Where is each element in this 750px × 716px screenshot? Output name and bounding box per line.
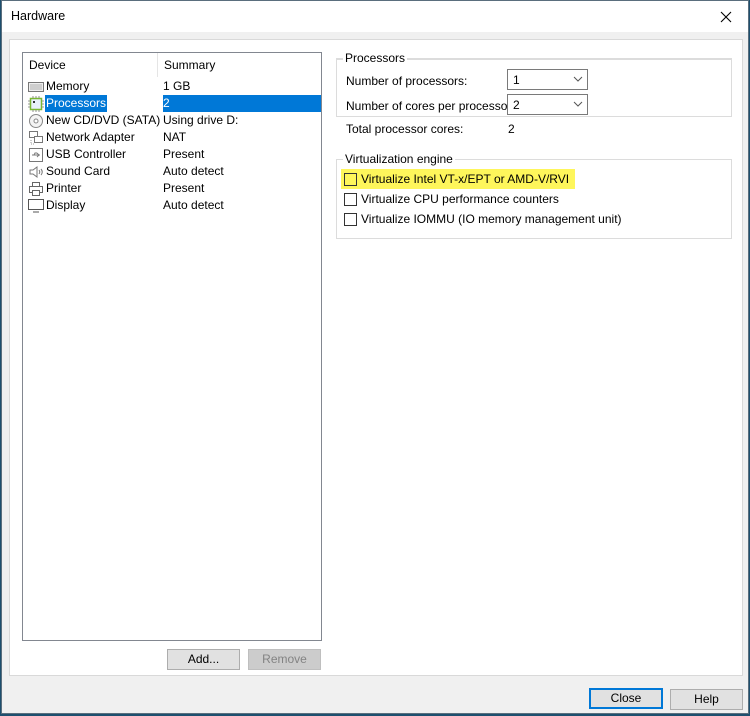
device-row-network-adapter[interactable]: Network Adapter NAT xyxy=(23,129,321,146)
content-panel: Device Summary Memory 1 GB Processors 2 … xyxy=(9,39,743,676)
window-title: Hardware xyxy=(11,9,66,23)
device-row-cd-dvd[interactable]: New CD/DVD (SATA) Using drive D: xyxy=(23,112,321,129)
close-window-button[interactable] xyxy=(704,1,748,32)
help-button[interactable]: Help xyxy=(670,689,743,710)
device-list[interactable]: Device Summary Memory 1 GB Processors 2 … xyxy=(22,52,322,641)
cores-per-processor-select[interactable]: 2 xyxy=(507,94,588,115)
close-x-icon xyxy=(720,11,732,22)
device-row-display[interactable]: Display Auto detect xyxy=(23,197,321,214)
device-name: Sound Card xyxy=(46,164,111,178)
device-row-processors[interactable]: Processors 2 xyxy=(23,95,321,112)
num-processors-value: 1 xyxy=(513,73,520,87)
device-summary: Using drive D: xyxy=(163,113,239,127)
cores-per-processor-value: 2 xyxy=(513,98,520,112)
add-device-button[interactable]: Add... xyxy=(167,649,240,670)
network-icon xyxy=(28,130,44,146)
monitor-icon xyxy=(28,198,44,214)
virtualize-perf-counters-checkbox-row[interactable]: Virtualize CPU performance counters xyxy=(341,189,559,209)
list-header: Device Summary xyxy=(23,53,321,77)
processor-icon xyxy=(28,95,44,112)
total-cores-value: 2 xyxy=(508,122,515,136)
virtualization-groupbox: Virtualization engine Virtualize Intel V… xyxy=(336,152,732,239)
printer-icon xyxy=(28,181,44,197)
processors-group-title: Processors xyxy=(343,51,408,65)
total-cores-label: Total processor cores: xyxy=(346,122,464,136)
device-summary: Present xyxy=(163,147,205,161)
device-name: Display xyxy=(46,198,86,212)
virtualization-group-title: Virtualization engine xyxy=(343,152,455,166)
virtualize-iommu-label: Virtualize IOMMU (IO memory management u… xyxy=(361,212,622,226)
remove-device-button[interactable]: Remove xyxy=(248,649,321,670)
num-processors-select[interactable]: 1 xyxy=(507,69,588,90)
num-processors-label: Number of processors: xyxy=(346,74,468,88)
virtualize-vtx-label: Virtualize Intel VT-x/EPT or AMD-V/RVI xyxy=(361,172,570,186)
device-name: Processors xyxy=(45,95,108,112)
virtualize-iommu-checkbox-row[interactable]: Virtualize IOMMU (IO memory management u… xyxy=(341,209,622,229)
virtualize-iommu-checkbox[interactable] xyxy=(344,212,357,226)
device-summary: Present xyxy=(163,181,205,195)
device-summary: Auto detect xyxy=(163,198,224,212)
virtualize-vtx-checkbox[interactable] xyxy=(344,172,357,186)
title-bar: Hardware xyxy=(2,1,748,32)
memory-icon xyxy=(28,79,44,95)
processors-groupbox: Processors Number of processors: 1 Numbe… xyxy=(336,51,732,136)
device-name: Network Adapter xyxy=(46,130,135,144)
device-summary: Auto detect xyxy=(163,164,224,178)
chevron-down-icon xyxy=(573,76,583,82)
device-name: Printer xyxy=(46,181,82,195)
column-header-summary[interactable]: Summary xyxy=(158,53,321,77)
device-rows: Memory 1 GB Processors 2 New CD/DVD (SAT… xyxy=(23,78,321,214)
device-name: Memory xyxy=(46,79,90,93)
device-summary: 1 GB xyxy=(163,79,191,93)
hardware-dialog: Hardware Device Summary Memory 1 GB Proc… xyxy=(1,0,749,714)
device-summary: NAT xyxy=(163,130,187,144)
device-row-memory[interactable]: Memory 1 GB xyxy=(23,78,321,95)
device-row-printer[interactable]: Printer Present xyxy=(23,180,321,197)
virtualize-vtx-checkbox-row[interactable]: Virtualize Intel VT-x/EPT or AMD-V/RVI xyxy=(341,169,576,189)
column-header-device[interactable]: Device xyxy=(23,53,158,77)
device-row-sound-card[interactable]: Sound Card Auto detect xyxy=(23,163,321,180)
virtualize-perf-counters-checkbox[interactable] xyxy=(344,192,357,206)
cores-per-processor-label: Number of cores per processor: xyxy=(346,99,515,113)
device-summary: 2 xyxy=(163,95,321,112)
speaker-icon xyxy=(28,164,44,180)
chevron-down-icon xyxy=(573,101,583,107)
virtualize-perf-counters-label: Virtualize CPU performance counters xyxy=(361,192,559,206)
device-name: New CD/DVD (SATA) xyxy=(46,113,161,127)
usb-icon xyxy=(28,147,44,163)
device-name: USB Controller xyxy=(46,147,127,161)
cd-dvd-icon xyxy=(28,113,44,129)
close-button[interactable]: Close xyxy=(589,688,663,709)
device-row-usb-controller[interactable]: USB Controller Present xyxy=(23,146,321,163)
